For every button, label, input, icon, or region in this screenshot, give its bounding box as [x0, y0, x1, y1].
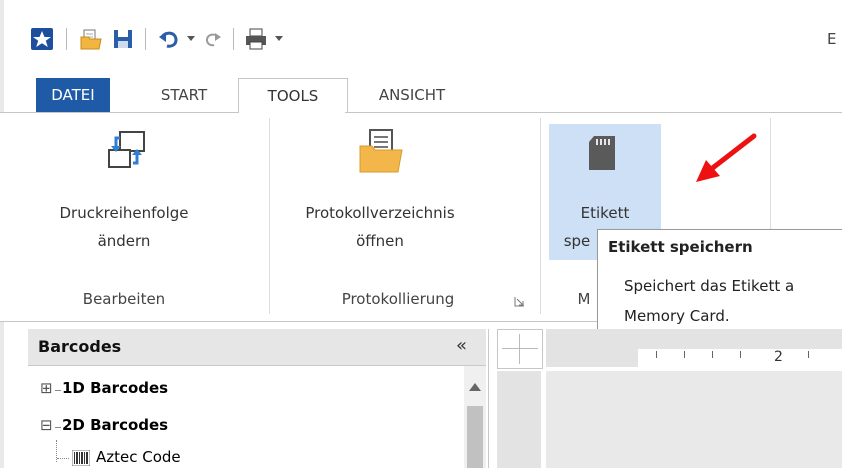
log-folder-icon [358, 128, 404, 178]
ruler-tick [808, 351, 809, 358]
redo-icon[interactable] [202, 27, 224, 51]
open-folder-icon[interactable] [78, 27, 104, 51]
scrollbar-thumb[interactable] [467, 406, 483, 468]
ruler-tick [712, 351, 713, 358]
group-separator [540, 118, 541, 314]
panel-title: Barcodes [38, 337, 122, 356]
collapse-toggle-icon[interactable]: ⊟ [40, 416, 53, 434]
save-label-label-line1: Etikett [580, 204, 630, 222]
tab-tools[interactable]: TOOLS [238, 78, 348, 114]
print-order-icon [106, 130, 148, 176]
print-icon[interactable] [243, 27, 269, 51]
red-arrow-annotation [690, 130, 760, 192]
dialog-launcher-icon[interactable] [514, 292, 525, 311]
app-star-icon[interactable] [30, 27, 54, 51]
qat-separator [233, 28, 234, 50]
tooltip-line1: Speichert das Etikett a [624, 277, 795, 295]
tooltip-title: Etikett speichern [608, 238, 753, 256]
memory-card-icon [587, 136, 617, 176]
tree-item-label: 2D Barcodes [62, 416, 169, 434]
undo-dropdown-icon[interactable] [184, 27, 198, 51]
expand-toggle-icon[interactable]: ⊞ [40, 379, 53, 397]
group-label-memory: M [577, 290, 591, 308]
vertical-ruler [497, 371, 541, 468]
print-order-label-line1: Druckreihenfolge [59, 204, 189, 222]
ruler-mark: 2 [774, 349, 783, 365]
save-icon[interactable] [110, 27, 136, 51]
window-title: E [827, 30, 837, 48]
tooltip-line2: Memory Card. [624, 307, 730, 325]
panel-header: Barcodes « [28, 329, 486, 366]
ruler-corner [497, 329, 543, 369]
print-order-button[interactable]: Druckreihenfolge ändern [34, 122, 214, 262]
label-canvas[interactable] [546, 371, 842, 468]
tree-item-label: 1D Barcodes [62, 379, 169, 397]
ruler-corner-cross [519, 334, 520, 364]
horizontal-ruler: 2 [546, 329, 842, 367]
ruler-tick [740, 351, 741, 358]
tab-tools-connector [239, 111, 345, 114]
group-label-bearbeiten: Bearbeiten [82, 290, 166, 308]
ruler-tick [656, 351, 657, 358]
tree-item-label: Aztec Code [96, 448, 181, 466]
qat-separator [145, 28, 146, 50]
open-log-directory-button[interactable]: Protokollverzeichnis öffnen [280, 122, 480, 262]
qat-separator [66, 28, 67, 50]
scroll-up-icon[interactable] [469, 376, 481, 395]
log-dir-label-line1: Protokollverzeichnis [305, 204, 455, 222]
ruler-tick [684, 351, 685, 358]
undo-icon[interactable] [156, 27, 182, 51]
tree-connector [55, 390, 61, 391]
panel-scrollbar[interactable] [464, 366, 486, 468]
log-dir-label-line2: öffnen [356, 232, 404, 250]
collapse-panel-icon[interactable]: « [456, 335, 467, 356]
group-separator [269, 118, 270, 314]
tab-ansicht[interactable]: ANSICHT [364, 78, 460, 112]
ruler-corner-cross [502, 348, 538, 349]
tab-start[interactable]: START [148, 78, 220, 112]
tree-connector-line [57, 458, 69, 460]
tab-datei[interactable]: DATEI [36, 78, 110, 112]
group-label-protokollierung: Protokollierung [341, 290, 455, 308]
barcode-icon [71, 449, 91, 470]
print-order-label-line2: ändern [97, 232, 151, 250]
tree-connector [55, 427, 61, 428]
customize-dropdown-icon[interactable] [272, 27, 286, 51]
